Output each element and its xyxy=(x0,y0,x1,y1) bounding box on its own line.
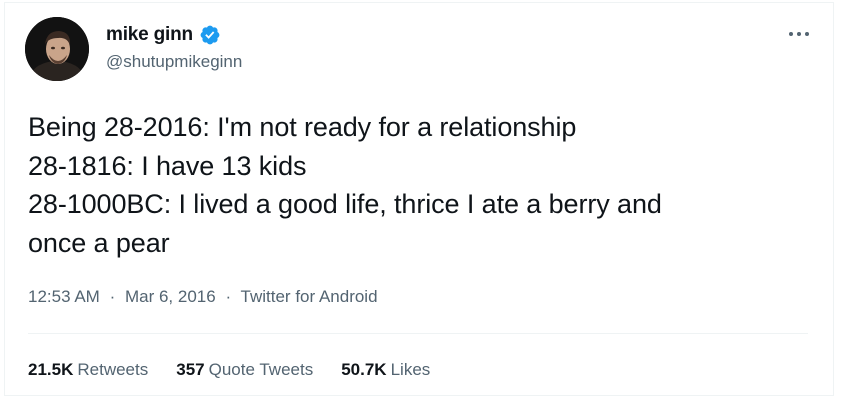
tweet-line: once a pear xyxy=(28,227,170,258)
tweet-text: Being 28-2016: I'm not ready for a relat… xyxy=(28,108,818,262)
avatar[interactable] xyxy=(25,17,89,81)
likes-stat[interactable]: 50.7K Likes xyxy=(341,360,430,380)
meta-separator: · xyxy=(225,287,232,306)
author-handle[interactable]: @shutupmikeginn xyxy=(106,52,242,72)
retweets-count: 21.5K xyxy=(28,360,74,379)
author-display-name[interactable]: mike ginn xyxy=(106,24,193,46)
avatar-photo-icon xyxy=(25,17,89,81)
retweets-label: Retweets xyxy=(77,360,149,379)
tweet-time[interactable]: 12:53 AM xyxy=(28,287,100,306)
quote-tweets-label: Quote Tweets xyxy=(208,360,314,379)
verified-badge-icon xyxy=(199,24,221,46)
author-name-row[interactable]: mike ginn xyxy=(106,23,221,47)
likes-count: 50.7K xyxy=(341,360,387,379)
engagement-stats: 21.5K Retweets 357 Quote Tweets 50.7K Likes xyxy=(28,360,430,380)
retweets-stat[interactable]: 21.5K Retweets xyxy=(28,360,148,380)
tweet-line: 28-1000BC: I lived a good life, thrice I… xyxy=(28,189,662,219)
divider xyxy=(28,333,808,334)
tweet-card: mike ginn @shutupmikeginn Being 28-2016:… xyxy=(0,0,845,400)
tweet-metadata: 12:53 AM · Mar 6, 2016 · Twitter for And… xyxy=(28,287,378,307)
quote-tweets-stat[interactable]: 357 Quote Tweets xyxy=(176,360,313,380)
more-options-button[interactable] xyxy=(786,24,812,44)
more-dots-icon xyxy=(789,32,809,36)
meta-separator: · xyxy=(109,287,116,306)
tweet-source-link[interactable]: Twitter for Android xyxy=(241,287,378,306)
tweet-date[interactable]: Mar 6, 2016 xyxy=(125,287,216,306)
likes-label: Likes xyxy=(390,360,431,379)
quote-tweets-count: 357 xyxy=(176,360,205,379)
tweet-line: 28-1816: I have 13 kids xyxy=(28,150,307,181)
tweet-line: Being 28-2016: I'm not ready for a relat… xyxy=(28,112,577,142)
